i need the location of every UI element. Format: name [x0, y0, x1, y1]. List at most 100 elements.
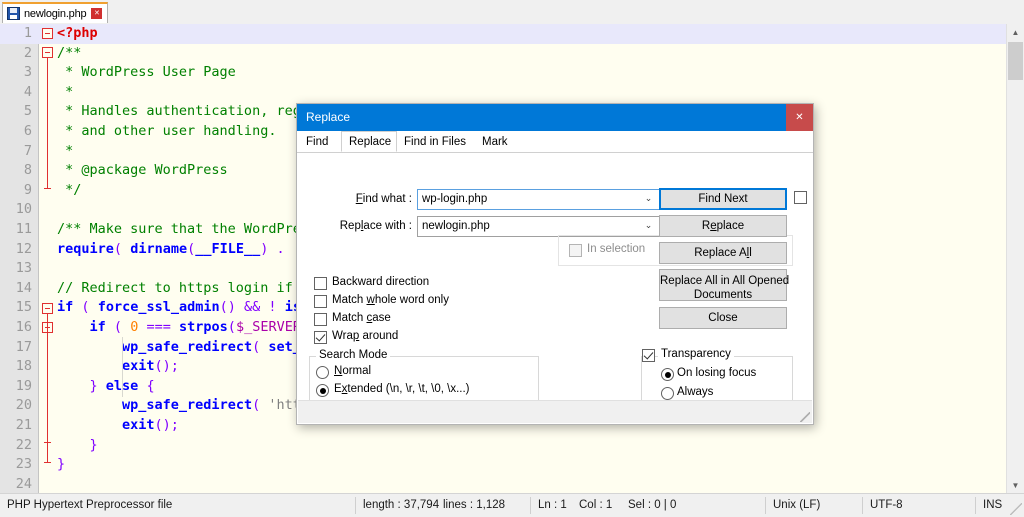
status-length: length : 37,794 [363, 499, 440, 511]
replace-with-label: Replace with : [339, 220, 412, 232]
replace-all-opened-line2: Documents [693, 289, 753, 301]
dialog-resize-grip[interactable] [800, 412, 810, 422]
search-mode-extended-label: Extended (\n, \r, \t, \0, \x...) [334, 383, 470, 395]
editor-vertical-scrollbar[interactable]: ▲ ▼ [1006, 24, 1024, 494]
tab-find-label: Find [306, 136, 329, 148]
line-number: 24 [15, 475, 32, 492]
tab-mark[interactable]: Mark [475, 133, 515, 152]
wrap-around-label: Wrap around [332, 330, 399, 342]
line-number: 9 [23, 181, 32, 198]
dialog-footer [298, 400, 812, 423]
line-text: exit(); [122, 417, 179, 433]
match-whole-word-checkbox[interactable] [314, 295, 327, 308]
chevron-down-icon[interactable]: ⌄ [639, 191, 658, 208]
line-text: * [57, 83, 74, 100]
status-sel: Sel : 0 | 0 [628, 499, 677, 511]
line-number: 19 [15, 377, 32, 394]
scroll-up-icon[interactable]: ▲ [1007, 24, 1024, 41]
dialog-title-text: Replace [306, 110, 351, 124]
dialog-title-bar[interactable]: Replace [297, 104, 813, 131]
status-encoding: UTF-8 [870, 499, 903, 511]
dialog-close-icon[interactable]: ✕ [786, 104, 813, 131]
replace-with-input[interactable]: newlogin.php ⌄ [417, 216, 660, 237]
line-number: 8 [23, 162, 32, 179]
line-number: 1 [23, 25, 32, 41]
in-selection-checkbox[interactable] [569, 244, 582, 257]
search-mode-normal-radio[interactable] [316, 366, 329, 379]
replace-with-value: newlogin.php [422, 220, 490, 232]
match-case-checkbox[interactable] [314, 313, 327, 326]
chevron-down-icon[interactable]: ⌄ [639, 218, 658, 235]
status-lines: lines : 1,128 [443, 499, 506, 511]
transparency-always-radio[interactable] [661, 387, 674, 400]
line-number: 13 [15, 260, 32, 277]
line-text: * @package WordPress [57, 162, 228, 179]
line-number: 20 [15, 397, 32, 414]
line-number: 15 [15, 299, 32, 316]
close-icon[interactable] [91, 8, 103, 19]
close-button[interactable]: Close [659, 307, 787, 329]
fold-end-marker [44, 442, 51, 443]
fold-toggle-icon[interactable] [42, 47, 53, 58]
dialog-body: Find Replace Find in Files Mark Find wha… [297, 131, 813, 424]
transparency-on-losing-focus-label: On losing focus [677, 367, 757, 379]
find-what-label: Find what : [355, 193, 412, 205]
line-number: 14 [15, 279, 32, 296]
scrollbar-thumb[interactable] [1008, 42, 1023, 80]
find-what-value: wp-login.php [422, 193, 488, 205]
indent-guide [122, 337, 123, 397]
code-line: 24 [0, 475, 1006, 494]
replace-button[interactable]: Replace [659, 215, 787, 237]
find-what-label-text: ind what : [362, 193, 412, 205]
keep-open-checkbox[interactable] [794, 191, 807, 204]
replace-all-label: Replace All [694, 247, 752, 259]
line-number: 12 [15, 240, 32, 257]
code-line: 23} [0, 455, 1006, 475]
fold-toggle-icon[interactable] [42, 303, 53, 314]
line-number: 6 [23, 123, 32, 139]
line-number: 4 [23, 83, 32, 100]
line-number: 22 [15, 436, 32, 453]
tab-replace[interactable]: Replace [341, 131, 397, 152]
line-text: } [57, 456, 66, 473]
replace-all-button[interactable]: Replace All [659, 242, 787, 264]
match-case-label: Match case [332, 312, 391, 324]
wrap-around-checkbox[interactable] [314, 331, 327, 344]
scroll-down-icon[interactable]: ▼ [1007, 477, 1024, 494]
replace-all-opened-docs-button[interactable]: Replace All in All Opened Documents [659, 269, 789, 301]
tab-mark-label: Mark [482, 136, 508, 148]
line-number: 3 [23, 64, 32, 81]
search-mode-extended-radio[interactable] [316, 384, 329, 397]
line-text: <?php [57, 25, 98, 41]
tab-find-in-files[interactable]: Find in Files [397, 133, 475, 152]
match-whole-word-label: Match whole word only [332, 294, 449, 306]
replace-dialog[interactable]: Replace ✕ Find Replace Find in Files Mar… [296, 103, 814, 425]
fold-toggle-icon[interactable] [42, 28, 53, 39]
transparency-checkbox[interactable] [642, 349, 655, 362]
find-what-input[interactable]: wp-login.php ⌄ [417, 189, 660, 210]
window-resize-grip[interactable] [1010, 503, 1022, 515]
transparency-on-losing-focus-radio[interactable] [661, 368, 674, 381]
notepadpp-window: newlogin.php 1 <?php 2 /** 3 * WordPress U… [0, 0, 1024, 517]
fold-end-marker [44, 188, 51, 189]
tab-find[interactable]: Find [299, 133, 341, 152]
backward-direction-checkbox[interactable] [314, 277, 327, 290]
line-text: exit(); [122, 358, 179, 375]
fold-end-marker [44, 462, 51, 463]
find-next-button[interactable]: Find Next [659, 188, 787, 210]
line-text: /** [57, 44, 82, 61]
code-line: 1 <?php [0, 24, 1006, 44]
code-line: 3 * WordPress User Page [0, 63, 1006, 83]
tab-replace-label: Replace [349, 136, 392, 148]
document-tab-label: newlogin.php [24, 7, 87, 20]
status-ln: Ln : 1 [538, 499, 567, 511]
line-text: */ [57, 181, 82, 198]
status-bar: PHP Hypertext Preprocessor file length :… [0, 493, 1024, 517]
in-selection-label: In selection [587, 243, 646, 255]
code-line: 4 * [0, 83, 1006, 103]
line-number: 18 [15, 358, 32, 375]
line-text: } else { [89, 377, 155, 394]
document-tab-newlogin-php[interactable]: newlogin.php [2, 2, 109, 23]
fold-line [47, 314, 48, 462]
line-number: 16 [15, 319, 32, 335]
